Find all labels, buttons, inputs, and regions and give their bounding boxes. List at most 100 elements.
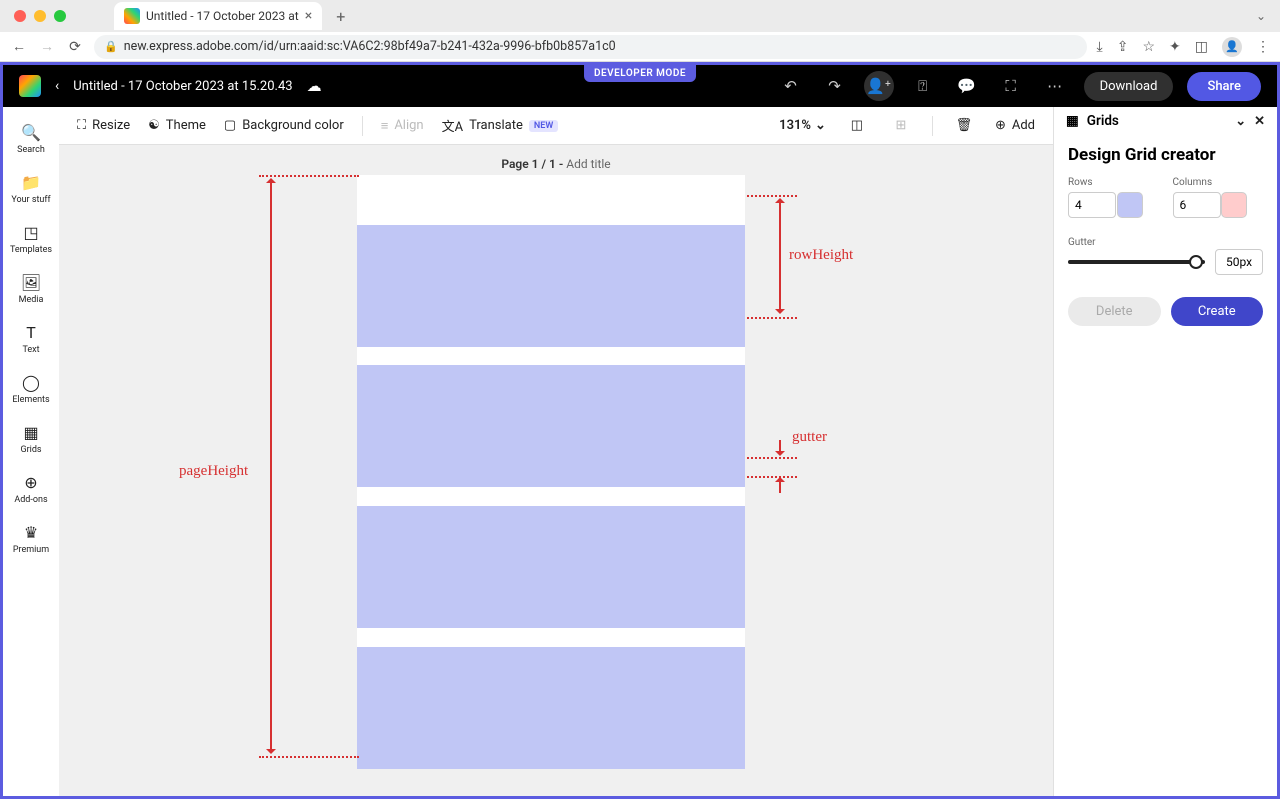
page-artboard[interactable]: [357, 175, 745, 757]
resize-tool[interactable]: ⛶Resize: [77, 118, 130, 133]
comments-icon[interactable]: 💬: [952, 71, 982, 101]
add-page-tool[interactable]: ⊕Add: [995, 118, 1035, 133]
bookmark-icon[interactable]: ☆: [1142, 39, 1155, 55]
main-area: 🔍Search 📁Your stuff ◳Templates 🖼Media TT…: [3, 107, 1277, 796]
elements-icon: ◯: [22, 373, 40, 392]
developer-mode-badge: DEVELOPER MODE: [584, 65, 696, 82]
reload-icon[interactable]: ⟳: [66, 39, 84, 55]
grid-row[interactable]: [357, 225, 745, 347]
rail-media[interactable]: 🖼Media: [7, 267, 55, 311]
download-button[interactable]: Download: [1084, 72, 1174, 101]
help-icon[interactable]: ⍰: [908, 71, 938, 101]
rail-your-stuff[interactable]: 📁Your stuff: [7, 167, 55, 211]
chrome-menu-icon[interactable]: ⋮: [1256, 39, 1270, 55]
slider-thumb[interactable]: [1189, 255, 1203, 269]
bgcolor-tool[interactable]: ▢Background color: [224, 118, 344, 133]
gutter-field: Gutter 50px: [1068, 230, 1263, 275]
align-tool: ≡Align: [381, 118, 424, 134]
text-icon: T: [26, 323, 36, 342]
invite-icon[interactable]: 👤⁺: [864, 71, 894, 101]
rail-templates[interactable]: ◳Templates: [7, 217, 55, 261]
grid-row[interactable]: [357, 506, 745, 628]
theme-tool[interactable]: ☯Theme: [148, 118, 206, 133]
present-icon[interactable]: ⛶: [996, 71, 1026, 101]
separator: [362, 116, 363, 136]
install-icon[interactable]: ⤓: [1097, 39, 1103, 55]
grid-row[interactable]: [357, 365, 745, 487]
rail-addons[interactable]: ⊕Add-ons: [7, 467, 55, 511]
columns-input[interactable]: [1173, 192, 1221, 218]
separator: [932, 116, 933, 136]
app-frame: DEVELOPER MODE ‹ Untitled - 17 October 2…: [0, 62, 1280, 799]
share-chrome-icon[interactable]: ⇪: [1117, 39, 1129, 55]
more-icon[interactable]: ⋯: [1040, 71, 1070, 101]
rail-search[interactable]: 🔍Search: [7, 117, 55, 161]
annotation-arrow: [779, 202, 781, 310]
rail-text[interactable]: TText: [7, 317, 55, 361]
grids-icon: ▦: [23, 423, 38, 442]
back-icon[interactable]: ←: [10, 38, 28, 55]
tabs-dropdown-icon[interactable]: ⌄: [1256, 9, 1272, 23]
url-input[interactable]: 🔒 new.express.adobe.com/id/urn:aaid:sc:V…: [94, 35, 1087, 59]
address-bar: ← → ⟳ 🔒 new.express.adobe.com/id/urn:aai…: [0, 32, 1280, 62]
new-badge: NEW: [529, 120, 558, 132]
premium-icon: ♛: [24, 523, 38, 542]
bgcolor-icon: ▢: [224, 118, 236, 133]
annotation-gutter: gutter: [792, 429, 827, 446]
row-color-swatch[interactable]: [1117, 192, 1143, 218]
rail-premium[interactable]: ♛Premium: [7, 517, 55, 561]
right-panel: ▦ Grids ⌄ ✕ Design Grid creator Rows ▲▼: [1053, 107, 1277, 796]
delete-page-icon[interactable]: 🗑: [951, 113, 977, 139]
left-rail: 🔍Search 📁Your stuff ◳Templates 🖼Media TT…: [3, 107, 59, 796]
annotation-line: [747, 476, 797, 478]
zoom-control[interactable]: 131%⌄: [779, 118, 826, 133]
forward-icon: →: [38, 38, 56, 55]
close-window-button[interactable]: [14, 10, 26, 22]
traffic-lights: [8, 10, 66, 22]
delete-button[interactable]: Delete: [1068, 297, 1161, 326]
rows-label: Rows: [1068, 177, 1159, 188]
page-info[interactable]: Page 1 / 1 - Add title: [501, 157, 610, 171]
undo-icon[interactable]: ↶: [776, 71, 806, 101]
grid-row[interactable]: [357, 647, 745, 769]
tab-bar: Untitled - 17 October 2023 at × + ⌄: [0, 0, 1280, 32]
share-button[interactable]: Share: [1187, 72, 1261, 101]
panel-buttons: Delete Create: [1068, 297, 1263, 326]
grids-icon: ▦: [1066, 113, 1079, 129]
translate-tool[interactable]: 文ATranslateNEW: [442, 116, 559, 135]
column-color-swatch[interactable]: [1221, 192, 1247, 218]
adobe-express-logo[interactable]: [19, 75, 41, 97]
create-button[interactable]: Create: [1171, 297, 1264, 326]
rows-field: Rows ▲▼: [1068, 177, 1159, 218]
gutter-slider[interactable]: [1068, 260, 1205, 264]
canvas[interactable]: Page 1 / 1 - Add title pageHeight rowHei…: [59, 145, 1053, 796]
rail-elements[interactable]: ◯Elements: [7, 367, 55, 411]
folder-icon: 📁: [21, 173, 41, 192]
rail-grids[interactable]: ▦Grids: [7, 417, 55, 461]
annotation-arrow: [779, 481, 781, 493]
profile-avatar-icon[interactable]: 👤: [1222, 37, 1242, 57]
gutter-value[interactable]: 50px: [1215, 249, 1263, 275]
pages-icon[interactable]: ◫: [844, 113, 870, 139]
panel-body: Design Grid creator Rows ▲▼ Columns: [1054, 135, 1277, 336]
sidepanel-icon[interactable]: ◫: [1195, 39, 1208, 55]
document-title[interactable]: Untitled - 17 October 2023 at 15.20.43: [73, 79, 292, 94]
extensions-icon[interactable]: ✦: [1169, 39, 1181, 55]
theme-icon: ☯: [148, 118, 160, 133]
maximize-window-button[interactable]: [54, 10, 66, 22]
translate-icon: 文A: [442, 116, 463, 135]
pages-grid-icon: ⊞: [888, 113, 914, 139]
cloud-sync-icon[interactable]: ☁: [307, 77, 322, 95]
gutter-label: Gutter: [1068, 237, 1096, 248]
secondary-toolbar: ⛶Resize ☯Theme ▢Background color ≡Align …: [59, 107, 1053, 145]
panel-collapse-icon[interactable]: ⌄: [1235, 114, 1246, 129]
add-icon: ⊕: [995, 118, 1006, 133]
new-tab-button[interactable]: +: [330, 7, 351, 26]
minimize-window-button[interactable]: [34, 10, 46, 22]
browser-tab[interactable]: Untitled - 17 October 2023 at ×: [114, 2, 322, 30]
panel-close-icon[interactable]: ✕: [1254, 114, 1265, 129]
app-back-icon[interactable]: ‹: [55, 78, 59, 94]
tab-close-icon[interactable]: ×: [305, 8, 312, 24]
rows-input[interactable]: [1068, 192, 1116, 218]
templates-icon: ◳: [23, 223, 38, 242]
